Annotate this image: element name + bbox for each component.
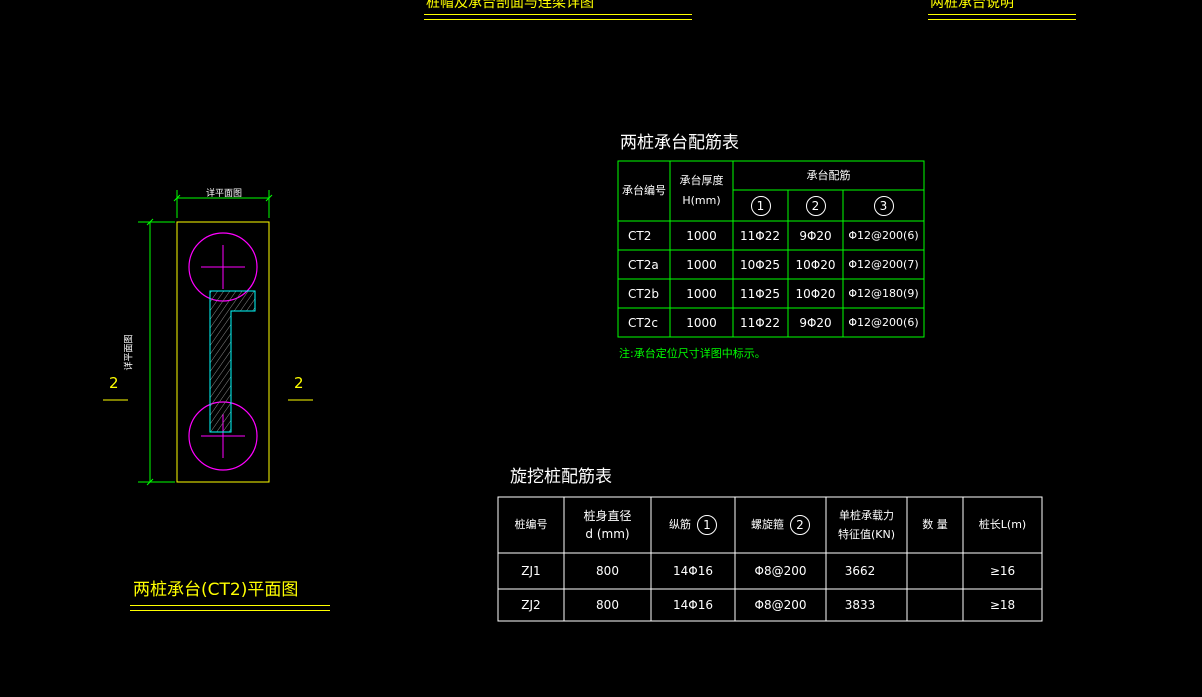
plan-title: 两桩承台(CT2)平面图 (133, 580, 299, 600)
ct-r1-c3: 10Φ20 (795, 257, 836, 272)
ct-r0-c0: CT2 (628, 228, 652, 243)
pile-r0-c2: 14Φ16 (673, 564, 713, 578)
pile-header-dia: 桩身直径 d (mm) (564, 497, 651, 553)
ct-table-note: 注:承台定位尺寸详图中标示。 (619, 347, 766, 360)
pile-r0-c5 (907, 553, 963, 589)
ct-r0-c1: 1000 (686, 228, 717, 243)
pile-r0-c3: Φ8@200 (754, 564, 807, 578)
ct-r1-c1: 1000 (686, 257, 717, 272)
ct-header-rebar: 承台配筋 (806, 168, 851, 182)
pile-r0-c0: ZJ1 (521, 564, 541, 578)
pile-r1-c2: 14Φ16 (673, 598, 713, 612)
pile-header-capacity-2: 特征值(KN) (837, 527, 896, 541)
pile-r1-c6: ≥18 (989, 598, 1016, 612)
ct-r0-c4: Φ12@200(6) (848, 228, 919, 242)
ct-r2-c3: 10Φ20 (795, 286, 836, 301)
column-section (209, 290, 256, 433)
dim-label-top: 详平面图 (206, 189, 243, 199)
ct-r2-c0: CT2b (628, 286, 659, 301)
pile-table-title: 旋挖桩配筋表 (510, 467, 612, 487)
ct-r3-c3: 9Φ20 (799, 315, 832, 330)
ct-r2-c4: Φ12@180(9) (848, 286, 919, 300)
ct-r0-c3: 9Φ20 (799, 228, 832, 243)
ct-r3-c2: 11Φ22 (740, 315, 780, 330)
pile-header-spiral-label: 螺旋箍 (751, 518, 784, 531)
pile-header-capacity: 单桩承载力 特征值(KN) (826, 497, 907, 553)
pile-r1-c1: 800 (596, 598, 619, 612)
pile-r0-c1: 800 (596, 564, 619, 578)
pile-header-dia-label: 桩身直径 (583, 509, 632, 523)
pile-header-long-label: 纵筋 (669, 518, 691, 531)
ct-mark-3: 3 (843, 190, 924, 221)
ct-r1-c2: 10Φ25 (740, 257, 780, 272)
plan-title-underline-1 (130, 605, 330, 606)
ct-r0-c2: 11Φ22 (740, 228, 780, 243)
dim-label-left: 详平面图 (124, 334, 135, 371)
ct-r1-c0: CT2a (628, 257, 659, 272)
pile-r0-c6: ≥16 (989, 564, 1016, 578)
pile-header-spiral-mark: 2 (790, 515, 810, 535)
ct-r3-c1: 1000 (686, 315, 717, 330)
ct-r1-c4: Φ12@200(7) (848, 257, 919, 271)
pile-r1-c5 (907, 589, 963, 621)
pile-header-dia-unit: d (mm) (585, 527, 630, 541)
pile-header-qty: 数 量 (922, 518, 948, 531)
ct-mark-2: 2 (788, 190, 843, 221)
ct-header-thick-unit: H(mm) (682, 194, 721, 207)
ct-header-id: 承台编号 (622, 184, 666, 197)
ct-mark-2-label: 2 (805, 195, 826, 216)
ct-mark-3-label: 3 (873, 195, 894, 216)
ct-r3-c4: Φ12@200(6) (848, 315, 919, 329)
pile-r1-c4: 3833 (844, 598, 876, 612)
ct-r3-c0: CT2c (628, 315, 658, 330)
ct-table-title: 两桩承台配筋表 (620, 133, 739, 153)
section-mark-left: 2 (109, 374, 119, 392)
ct-header-thick: 承台厚度 H(mm) (670, 161, 733, 221)
ct-header-thick-label: 承台厚度 (679, 174, 724, 187)
plan-title-underline-2 (130, 610, 330, 611)
pile-header-id: 桩编号 (514, 518, 548, 531)
pile-r1-c3: Φ8@200 (754, 598, 807, 612)
pile-header-length: 桩长L(m) (978, 518, 1027, 531)
ct-r2-c2: 11Φ25 (740, 286, 780, 301)
pile-header-long-mark: 1 (697, 515, 717, 535)
ct-mark-1: 1 (733, 190, 788, 221)
pile-header-capacity-1: 单桩承载力 (839, 508, 894, 522)
section-mark-right: 2 (294, 374, 304, 392)
pile-header-spiral: 螺旋箍 2 (735, 497, 826, 553)
pile-r0-c4: 3662 (844, 564, 876, 578)
ct-r2-c1: 1000 (686, 286, 717, 301)
pile-header-long: 纵筋 1 (651, 497, 735, 553)
pile-r1-c0: ZJ2 (521, 598, 541, 612)
ct-mark-1-label: 1 (750, 195, 771, 216)
